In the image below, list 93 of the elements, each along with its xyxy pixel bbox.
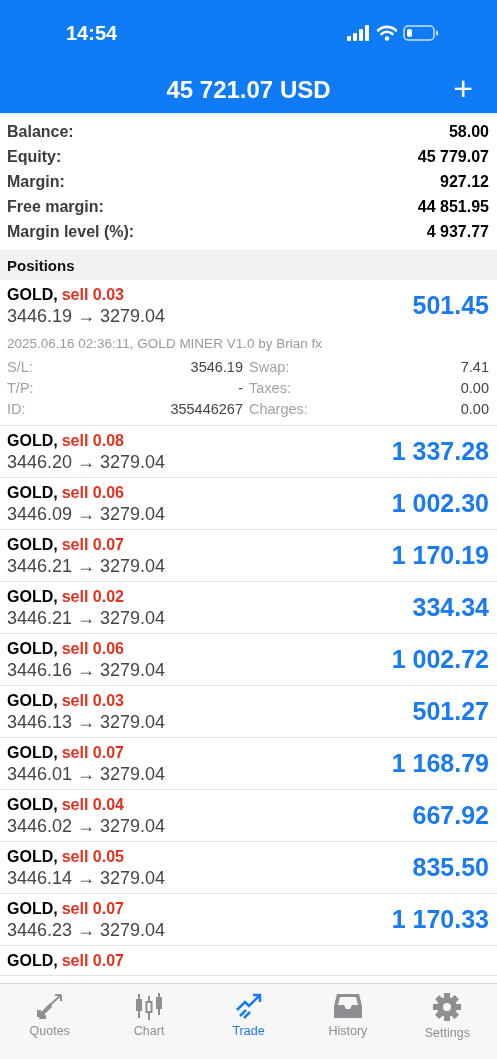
position-row[interactable]: GOLD, sell 0.02 3446.21 → 3279.04 334.34 <box>0 582 497 634</box>
detail-label: ID: <box>7 401 27 417</box>
arrows-icon <box>34 992 65 1020</box>
summary-value: 927.12 <box>440 172 489 191</box>
position-row[interactable]: GOLD, sell 0.03 3446.13 → 3279.04 501.27 <box>0 686 497 738</box>
summary-value: 4 937.77 <box>426 222 489 241</box>
symbol-label: GOLD, <box>7 795 58 814</box>
position-row[interactable]: GOLD, sell 0.06 3446.09 → 3279.04 1 002.30 <box>0 478 497 530</box>
order-side: sell 0.07 <box>61 899 124 918</box>
detail-value: 0.00 <box>460 401 489 417</box>
order-comment: 2025.06.16 02:36:11, GOLD MINER V1.0 by Brian fx <box>7 336 323 351</box>
symbol-label: GOLD, <box>7 951 58 970</box>
symbol-label: GOLD, <box>7 899 58 918</box>
wifi-icon <box>377 25 397 41</box>
order-side: sell 0.06 <box>61 639 124 658</box>
price-range: 3446.01 → 3279.04 <box>7 764 166 785</box>
symbol-label: GOLD, <box>7 743 58 762</box>
detail-value: 0.00 <box>460 380 489 396</box>
summary-label: Balance: <box>7 122 74 141</box>
symbol-label: GOLD, <box>7 483 58 502</box>
price-range: 3446.21 → 3279.04 <box>7 608 166 629</box>
status-time: 14:54 <box>66 21 118 45</box>
order-side: sell 0.03 <box>61 691 124 710</box>
position-row[interactable]: GOLD, sell 0.07 3446.23 → 3279.04 1 170.33 <box>0 894 497 946</box>
order-side: sell 0.08 <box>61 431 124 450</box>
profit-value: 667.92 <box>412 801 489 830</box>
profit-value: 1 337.28 <box>391 437 489 466</box>
summary-value: 58.00 <box>448 122 489 141</box>
order-side: sell 0.06 <box>61 483 124 502</box>
account-balance-title: 45 721.07 USD <box>166 75 331 104</box>
profit-value: 501.45 <box>412 291 489 320</box>
positions-heading: Positions <box>7 256 75 274</box>
detail-label: T/P: <box>7 380 35 396</box>
order-side: sell 0.07 <box>61 951 124 970</box>
detail-label: Charges: <box>249 401 309 417</box>
price-range: 3446.16 → 3279.04 <box>7 660 166 681</box>
symbol-label: GOLD, <box>7 431 58 450</box>
inbox-tray-icon <box>332 992 363 1020</box>
position-row[interactable]: GOLD, sell 0.07 3446.21 → 3279.04 1 170.19 <box>0 530 497 582</box>
summary-label: Margin level (%): <box>7 222 135 241</box>
profit-value: 501.27 <box>412 697 489 726</box>
order-side: sell 0.03 <box>61 285 124 304</box>
price-range: 3446.13 → 3279.04 <box>7 712 166 733</box>
price-range: 3446.14 → 3279.04 <box>7 868 166 889</box>
price-range: 3446.21 → 3279.04 <box>7 556 166 577</box>
position-row[interactable]: GOLD, sell 0.08 3446.20 → 3279.04 1 337.28 <box>0 426 497 478</box>
gear-icon <box>432 992 463 1022</box>
detail-value: 3546.19 <box>189 359 243 375</box>
profit-value: 1 170.19 <box>391 541 489 570</box>
symbol-label: GOLD, <box>7 639 58 658</box>
position-row[interactable]: GOLD, sell 0.03 3446.19 → 3279.04 501.45 2025.06.16 02:36:11, GOLD MINER V1.0 by Brian fx S/L: 3546.19 Swap: 7.41 T/P: - Taxes: 0.00 ID: 355446267 Charges: 0.00 <box>0 280 497 426</box>
tab[interactable]: Trade <box>198 984 299 1059</box>
order-side: sell 0.07 <box>61 743 124 762</box>
detail-label: S/L: <box>7 359 34 375</box>
position-row[interactable]: GOLD, sell 0.05 3446.14 → 3279.04 835.50 <box>0 842 497 894</box>
position-row[interactable]: GOLD, sell 0.04 3446.02 → 3279.04 667.92 <box>0 790 497 842</box>
symbol-label: GOLD, <box>7 587 58 606</box>
candlestick-icon <box>134 992 165 1020</box>
summary-label: Margin: <box>7 172 65 191</box>
order-side: sell 0.05 <box>61 847 124 866</box>
summary-label: Free margin: <box>7 197 104 216</box>
position-row[interactable]: GOLD, sell 0.06 3446.16 → 3279.04 1 002.72 <box>0 634 497 686</box>
summary-value: 44 851.95 <box>417 197 489 216</box>
symbol-label: GOLD, <box>7 535 58 554</box>
price-range: 3446.23 → 3279.04 <box>7 920 166 941</box>
profit-value: 1 002.30 <box>391 489 489 518</box>
order-side: sell 0.07 <box>61 535 124 554</box>
summary-value: 45 779.07 <box>417 147 489 166</box>
detail-value: - <box>237 380 243 396</box>
profit-value: 1 002.72 <box>391 645 489 674</box>
battery-icon <box>403 25 439 41</box>
order-side: sell 0.04 <box>61 795 124 814</box>
position-row[interactable]: GOLD, sell 0.07 <box>0 946 497 976</box>
detail-value: 355446267 <box>169 401 243 417</box>
summary-label: Equity: <box>7 147 62 166</box>
symbol-label: GOLD, <box>7 691 58 710</box>
order-side: sell 0.02 <box>61 587 124 606</box>
signal-icon <box>347 25 371 41</box>
profit-value: 835.50 <box>412 853 489 882</box>
price-range: 3446.02 → 3279.04 <box>7 816 166 837</box>
profit-value: 334.34 <box>412 593 489 622</box>
symbol-label: GOLD, <box>7 847 58 866</box>
price-range: 3446.19 → 3279.04 <box>7 306 166 327</box>
detail-value: 7.41 <box>460 359 489 375</box>
detail-label: Taxes: <box>249 380 292 396</box>
price-range: 3446.20 → 3279.04 <box>7 452 166 473</box>
profit-value: 1 168.79 <box>391 749 489 778</box>
detail-label: Swap: <box>249 359 291 375</box>
symbol-label: GOLD, <box>7 285 58 304</box>
position-row[interactable]: GOLD, sell 0.07 3446.01 → 3279.04 1 168.79 <box>0 738 497 790</box>
add-button[interactable]: + <box>449 68 477 108</box>
profit-value: 1 170.33 <box>391 905 489 934</box>
price-range: 3446.09 → 3279.04 <box>7 504 166 525</box>
